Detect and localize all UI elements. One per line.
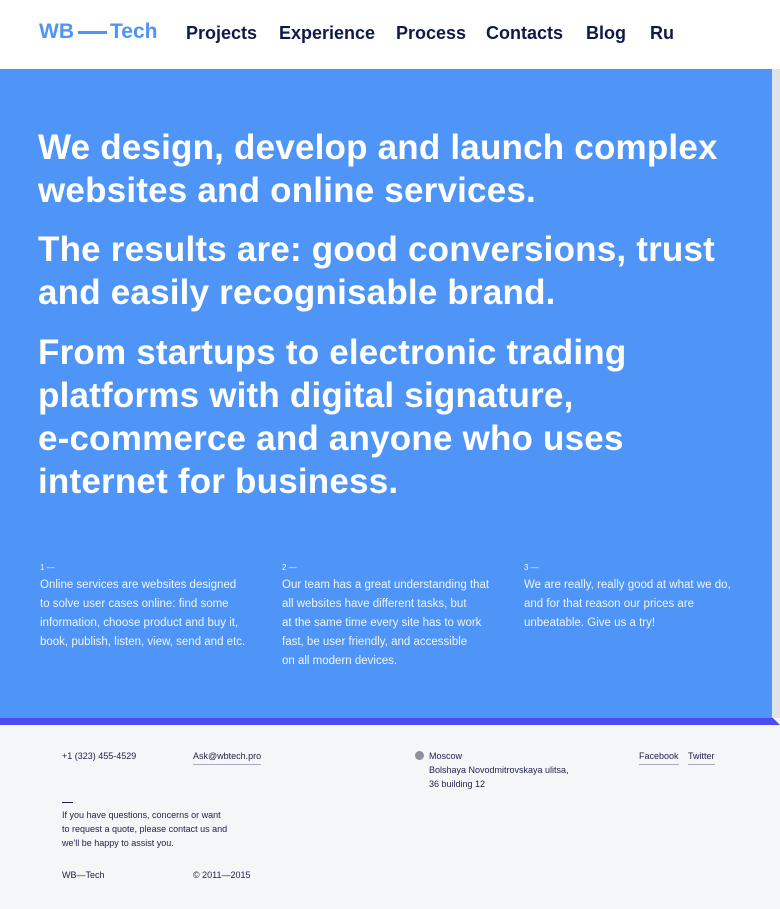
feature-line: on all modern devices. bbox=[282, 655, 398, 667]
note-line: we'll be happy to assist you. bbox=[62, 838, 174, 848]
nav-blog[interactable]: Blog bbox=[586, 21, 626, 45]
address-city: Moscow bbox=[429, 751, 463, 761]
phone-link[interactable]: +1 (323) 455-4529 bbox=[62, 749, 136, 763]
address-building: 36 building 12 bbox=[429, 779, 486, 789]
twitter-link[interactable]: Twitter bbox=[688, 749, 715, 765]
section-divider bbox=[0, 718, 780, 725]
feature-1: 1 — Online services are websites designe… bbox=[40, 563, 255, 652]
hero-line: We design, develop and launch complex bbox=[38, 128, 718, 167]
contact-note: If you have questions, concerns or want … bbox=[62, 808, 252, 850]
hero-section: We design, develop and launch complex we… bbox=[0, 69, 772, 718]
nav-experience[interactable]: Experience bbox=[279, 21, 375, 45]
nav-projects[interactable]: Projects bbox=[186, 21, 257, 45]
hero-headline-2: The results are: good conversions, trust… bbox=[38, 228, 715, 314]
feature-3: 3 — We are really, really good at what w… bbox=[524, 563, 739, 633]
site-footer: +1 (323) 455-4529 Ask@wbtech.pro Moscow … bbox=[0, 725, 780, 909]
hero-line: e-commerce and anyone who uses bbox=[38, 419, 624, 458]
feature-line: book, publish, listen, view, send and et… bbox=[40, 636, 246, 648]
feature-line: information, choose product and buy it, bbox=[40, 617, 239, 629]
feature-line: and for that reason our prices are bbox=[524, 598, 695, 610]
hero-headline-1: We design, develop and launch complex we… bbox=[38, 126, 718, 212]
feature-number: 1 — bbox=[40, 563, 55, 572]
address-block: Moscow Bolshaya Novodmitrovskaya ulitsa,… bbox=[429, 749, 569, 791]
copyright: © 2011—2015 bbox=[193, 870, 251, 880]
hero-line: and easily recognisable brand. bbox=[38, 273, 556, 312]
address-street: Bolshaya Novodmitrovskaya ulitsa, bbox=[429, 765, 569, 775]
nav-language-ru[interactable]: Ru bbox=[650, 21, 674, 45]
facebook-link[interactable]: Facebook bbox=[639, 749, 679, 765]
feature-line: Online services are websites designed bbox=[40, 579, 237, 591]
feature-line: fast, be user friendly, and accessible bbox=[282, 636, 468, 648]
note-line: to request a quote, please contact us an… bbox=[62, 824, 228, 834]
feature-line: We are really, really good at what we do… bbox=[524, 579, 731, 591]
feature-number: 3 — bbox=[524, 563, 539, 572]
feature-number: 2 — bbox=[282, 563, 297, 572]
logo-dash bbox=[78, 30, 107, 34]
hero-edge bbox=[772, 69, 780, 718]
hero-line: From startups to electronic trading bbox=[38, 333, 627, 372]
hero-line: internet for business. bbox=[38, 462, 399, 501]
feature-text: Online services are websites designed to… bbox=[40, 576, 255, 652]
nav-process[interactable]: Process bbox=[396, 21, 466, 45]
hero-line: platforms with digital signature, bbox=[38, 376, 574, 415]
feature-line: all websites have different tasks, but bbox=[282, 598, 467, 610]
feature-line: unbeatable. Give us a try! bbox=[524, 617, 656, 629]
feature-text: We are really, really good at what we do… bbox=[524, 576, 739, 633]
email-link[interactable]: Ask@wbtech.pro bbox=[193, 749, 262, 765]
nav-contacts[interactable]: Contacts bbox=[486, 21, 563, 45]
hero-line: The results are: good conversions, trust bbox=[38, 230, 716, 269]
feature-text: Our team has a great understanding that … bbox=[282, 576, 497, 671]
site-header: WB Tech Projects Experience Process Cont… bbox=[0, 0, 780, 69]
footer-brand: WB—Tech bbox=[62, 870, 105, 880]
note-line: If you have questions, concerns or want bbox=[62, 810, 221, 820]
hero-headline-3: From startups to electronic trading plat… bbox=[38, 331, 626, 503]
hero-line: websites and online services. bbox=[38, 171, 536, 210]
feature-line: at the same time every site has to work bbox=[282, 617, 482, 629]
feature-line: to solve user cases online: find some bbox=[40, 598, 229, 610]
logo-right-text: Tech bbox=[110, 20, 158, 43]
logo-left-text: WB bbox=[39, 20, 74, 43]
logo-link[interactable]: WB Tech bbox=[39, 20, 157, 44]
feature-line: Our team has a great understanding that bbox=[282, 579, 490, 591]
location-pin-icon bbox=[415, 751, 424, 760]
note-rule bbox=[62, 802, 73, 803]
feature-2: 2 — Our team has a great understanding t… bbox=[282, 563, 497, 671]
